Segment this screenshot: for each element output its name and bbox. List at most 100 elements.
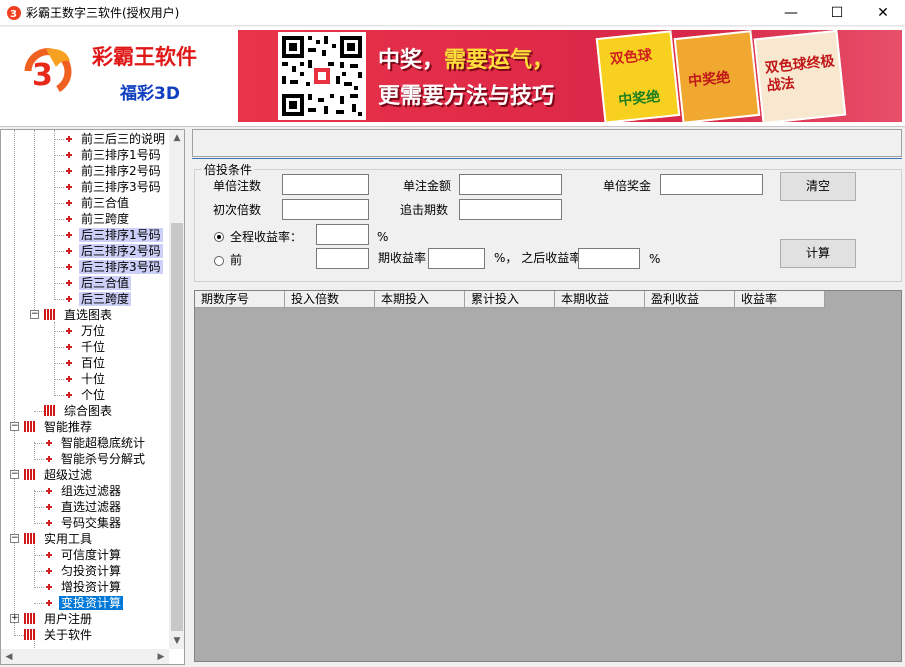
chase-periods-input[interactable] — [459, 199, 562, 220]
tree-horizontal-scrollbar[interactable]: ◀ ▶ — [1, 649, 169, 664]
period-rate-label: 期收益率 — [378, 251, 427, 265]
expand-toggle[interactable]: − — [10, 422, 19, 431]
expand-toggle[interactable]: − — [10, 534, 19, 543]
scroll-down-icon[interactable]: ▼ — [169, 633, 184, 649]
leaf-plus-icon — [44, 582, 54, 592]
tree-item-front-sum[interactable]: 前三合值 — [54, 195, 131, 211]
leaf-plus-icon — [44, 454, 54, 464]
chart-group-icon — [24, 469, 36, 480]
expand-toggle[interactable]: + — [10, 614, 19, 623]
percent-sign: % — [649, 252, 661, 266]
single-amount-label: 单注金额 — [403, 179, 452, 193]
tree-item-front-sort2[interactable]: 前三排序2号码 — [54, 163, 163, 179]
tree-item-user-register[interactable]: 用户注册 — [24, 611, 94, 627]
minimize-button[interactable]: — — [768, 0, 814, 26]
tree-item-super-filter[interactable]: 超级过滤 — [24, 467, 94, 483]
brand-logo-icon: 3 — [24, 48, 72, 93]
expand-toggle[interactable]: − — [10, 470, 19, 479]
tree-item-direct-filter[interactable]: 直选过滤器 — [34, 499, 123, 515]
after-rate-input[interactable] — [578, 248, 640, 269]
tree-item-units[interactable]: 个位 — [54, 387, 107, 403]
tree-item-smart-recommend[interactable]: 智能推荐 — [24, 419, 94, 435]
leaf-plus-icon — [64, 246, 74, 256]
tree-item-variable-invest-calc[interactable]: 变投资计算 — [34, 595, 124, 611]
results-grid[interactable]: 期数序号 投入倍数 本期投入 累计投入 本期收益 盈利收益 收益率 — [194, 290, 902, 662]
single-amount-input[interactable] — [459, 174, 562, 195]
initial-multiple-input[interactable] — [282, 199, 369, 220]
tree-item-thousands[interactable]: 千位 — [54, 339, 107, 355]
col-period-no[interactable]: 期数序号 — [195, 291, 285, 308]
tree-item-about[interactable]: 关于软件 — [14, 627, 94, 643]
tree-item-smart-stable-stats[interactable]: 智能超稳底统计 — [34, 435, 147, 451]
tree-item-number-intersect[interactable]: 号码交集器 — [34, 515, 123, 531]
tree-item-tools[interactable]: 实用工具 — [24, 531, 94, 547]
tree-item-group-filter[interactable]: 组选过滤器 — [34, 483, 123, 499]
tree-item-front-span[interactable]: 前三跨度 — [54, 211, 131, 227]
overall-rate-input[interactable] — [316, 224, 369, 245]
col-profit[interactable]: 盈利收益 — [645, 291, 735, 308]
tree-item-front-sort3[interactable]: 前三排序3号码 — [54, 179, 163, 195]
overall-rate-label: 全程收益率： — [230, 230, 303, 244]
maximize-button[interactable]: ☐ — [814, 0, 860, 26]
tree-item-front-back-three-info[interactable]: 前三后三的说明 — [54, 131, 167, 147]
tree-item-back-sum[interactable]: 后三合值 — [54, 275, 132, 291]
front-periods-radio[interactable] — [214, 256, 224, 266]
leaf-plus-icon — [64, 150, 74, 160]
tree-item-confidence-calc[interactable]: 可信度计算 — [34, 547, 123, 563]
single-bets-label: 单倍注数 — [213, 179, 262, 193]
tree-item-back-sort1[interactable]: 后三排序1号码 — [54, 227, 163, 243]
col-multiple[interactable]: 投入倍数 — [285, 291, 375, 308]
col-period-input[interactable]: 本期投入 — [375, 291, 465, 308]
overall-rate-radio[interactable] — [214, 232, 224, 242]
svg-text:3: 3 — [32, 58, 53, 93]
col-period-income[interactable]: 本期收益 — [555, 291, 645, 308]
scroll-right-icon[interactable]: ▶ — [153, 649, 169, 664]
tree-item-even-invest-calc[interactable]: 匀投资计算 — [34, 563, 123, 579]
col-total-input[interactable]: 累计投入 — [465, 291, 555, 308]
calculate-button[interactable]: 计算 — [780, 239, 856, 268]
tree-item-direct-chart[interactable]: 直选图表 — [44, 307, 114, 323]
leaf-plus-icon — [64, 358, 74, 368]
tree-item-ten-thousands[interactable]: 万位 — [54, 323, 107, 339]
period-rate-input[interactable] — [428, 248, 485, 269]
leaf-plus-icon — [44, 502, 54, 512]
clear-button[interactable]: 清空 — [780, 172, 856, 201]
navigation-tree[interactable]: 前三后三的说明 前三排序1号码 前三排序2号码 前三排序3号码 前三合值 前三跨… — [0, 129, 185, 665]
tree-item-back-sort2[interactable]: 后三排序2号码 — [54, 243, 163, 259]
leaf-plus-icon — [64, 262, 74, 272]
tree-item-tens[interactable]: 十位 — [54, 371, 107, 387]
brand-name: 彩霸王软件 — [92, 45, 197, 69]
leaf-plus-icon — [64, 182, 74, 192]
front-label: 前 — [230, 253, 243, 267]
top-toolbar-strip — [192, 129, 902, 157]
single-prize-input[interactable] — [660, 174, 763, 195]
leaf-plus-icon — [44, 550, 54, 560]
tree-item-smart-kill-split[interactable]: 智能杀号分解式 — [34, 451, 147, 467]
leaf-plus-icon — [64, 198, 74, 208]
ad-banner[interactable]: 中奖，需要运气， 更需要方法与技巧 双色球 中奖绝 中奖绝 双色球终极战法 — [238, 30, 902, 122]
tree-item-back-sort3[interactable]: 后三排序3号码 — [54, 259, 163, 275]
single-prize-label: 单倍奖金 — [603, 179, 652, 193]
scroll-left-icon[interactable]: ◀ — [1, 649, 17, 664]
tree-item-front-sort1[interactable]: 前三排序1号码 — [54, 147, 163, 163]
chart-group-icon — [44, 309, 56, 320]
leaf-plus-icon — [44, 566, 54, 576]
leaf-plus-icon — [44, 518, 54, 528]
after-rate-label: %， 之后收益率 — [494, 251, 582, 265]
banner-line1: 中奖，需要运气， — [378, 48, 555, 73]
scroll-up-icon[interactable]: ▲ — [169, 130, 184, 146]
scroll-thumb[interactable] — [171, 223, 183, 631]
tree-vertical-scrollbar[interactable]: ▲ ▼ — [169, 130, 184, 649]
tree-item-back-span[interactable]: 后三跨度 — [54, 291, 132, 307]
expand-toggle[interactable]: − — [30, 310, 39, 319]
col-yield-rate[interactable]: 收益率 — [735, 291, 825, 308]
leaf-plus-icon — [64, 214, 74, 224]
initial-multiple-label: 初次倍数 — [213, 203, 262, 217]
tree-item-hundreds[interactable]: 百位 — [54, 355, 107, 371]
single-bets-input[interactable] — [282, 174, 369, 195]
front-periods-input[interactable] — [316, 248, 369, 269]
leaf-plus-icon — [64, 278, 74, 288]
tree-item-combined-chart[interactable]: 综合图表 — [34, 403, 114, 419]
close-button[interactable]: ✕ — [860, 0, 905, 26]
tree-item-increase-invest-calc[interactable]: 增投资计算 — [34, 579, 123, 595]
